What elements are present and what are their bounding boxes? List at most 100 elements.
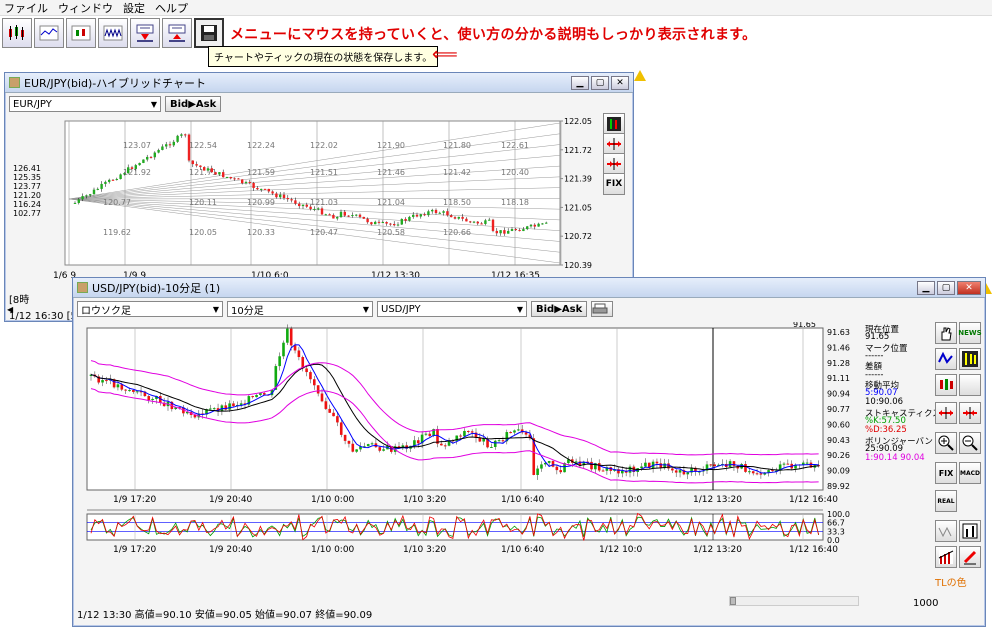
candle — [309, 206, 312, 210]
stoch-x-tick-label: 1/9 17:20 — [113, 545, 157, 555]
menu-help[interactable]: ヘルプ — [155, 0, 188, 16]
chart-type-select[interactable]: ロウソク足 ▼ — [77, 301, 223, 317]
blank-button[interactable] — [959, 374, 981, 396]
fan-level-label: 121.20 — [13, 191, 41, 200]
line-mode-icon[interactable] — [935, 348, 957, 370]
candle — [674, 470, 678, 473]
tick-chart-button[interactable] — [98, 18, 128, 48]
indicator-line: 1:90.14 90.04 — [865, 453, 925, 464]
menu-file[interactable]: ファイル — [4, 0, 48, 16]
candle — [469, 221, 472, 223]
x-tick-label: 1/12 16:40 — [789, 495, 838, 505]
candle — [457, 216, 460, 219]
fix-button[interactable]: FIX — [935, 462, 957, 484]
candle — [187, 134, 191, 161]
news-button[interactable]: NEWS — [958, 322, 982, 344]
candle — [497, 440, 501, 442]
stoch-tick-label: 66.7 — [827, 519, 845, 528]
bar-chart-icon[interactable] — [959, 520, 981, 542]
candle — [138, 162, 141, 166]
line-chart-button[interactable] — [34, 18, 64, 48]
candle — [262, 393, 266, 395]
candle — [431, 209, 434, 212]
fix-button[interactable]: FIX — [603, 173, 625, 195]
bid-ask-toggle[interactable]: Bid▶Ask — [165, 96, 222, 112]
chevron-down-icon: ▼ — [212, 304, 219, 314]
candle — [218, 172, 221, 175]
usdjpy-titlebar[interactable]: USD/JPY(bid)-10分足 (1) ▁ ▢ ✕ — [73, 278, 985, 298]
candle — [686, 472, 690, 475]
export-button[interactable] — [162, 18, 192, 48]
eurjpy-pair-select[interactable]: EUR/JPY ▼ — [9, 96, 161, 112]
maximize-button[interactable]: ▢ — [937, 280, 955, 295]
candle-chart-button[interactable] — [2, 18, 32, 48]
scrollbar-thumb[interactable] — [730, 597, 736, 605]
close-button[interactable]: ✕ — [611, 75, 629, 90]
candle — [343, 434, 347, 441]
candle-mode-icon[interactable] — [959, 348, 981, 370]
pencil-icon[interactable] — [959, 546, 981, 568]
grid-value-label: 121.90 — [377, 141, 405, 150]
candle — [480, 223, 483, 225]
candle — [248, 182, 251, 184]
candle — [267, 188, 270, 192]
volume-icon[interactable] — [935, 520, 957, 542]
close-button[interactable]: ✕ — [957, 280, 981, 295]
macd-fix-button[interactable]: MACD — [959, 462, 981, 484]
save-button[interactable] — [194, 18, 224, 48]
x-tick-label: 1/9 20:40 — [209, 495, 253, 505]
candle — [104, 181, 107, 184]
eurjpy-titlebar[interactable]: EUR/JPY(bid)-ハイブリッドチャート ▁ ▢ ✕ — [5, 73, 633, 93]
expand-horizontal-icon[interactable] — [603, 133, 625, 155]
eurjpy-title: EUR/JPY(bid)-ハイブリッドチャート — [24, 76, 206, 90]
real-fix-button[interactable]: REAL — [935, 490, 957, 512]
zoom-out-icon[interactable] — [959, 432, 981, 454]
candle — [463, 430, 466, 437]
candle — [555, 466, 559, 471]
grid-value-label: 120.11 — [189, 198, 217, 207]
print-button[interactable] — [591, 301, 614, 317]
usdjpy-chart[interactable]: 91.63 91.46 91.28 91.11 90.94 90.77 90.60 90.43… — [73, 322, 933, 598]
shrink-horizontal-icon[interactable] — [603, 153, 625, 175]
import-button[interactable] — [130, 18, 160, 48]
bid-ask-toggle[interactable]: Bid▶Ask — [531, 301, 588, 317]
minimize-button[interactable]: ▁ — [571, 75, 589, 90]
grid-value-label: 121.46 — [377, 168, 405, 177]
grid-value-label: 120.58 — [377, 228, 405, 237]
candle — [786, 463, 790, 465]
candle — [393, 223, 396, 226]
candle — [135, 391, 139, 393]
zoom-in-icon[interactable] — [935, 432, 957, 454]
candle — [370, 443, 374, 445]
hybrid-chart-button[interactable] — [66, 18, 96, 48]
candle — [252, 182, 255, 188]
maximize-button[interactable]: ▢ — [591, 75, 609, 90]
usdjpy-pair-select[interactable]: USD/JPY ▼ — [377, 301, 527, 317]
horizontal-scrollbar[interactable] — [729, 596, 859, 606]
candle — [434, 209, 438, 214]
timeframe-select[interactable]: 10分足 ▼ — [227, 301, 373, 317]
candle — [89, 194, 92, 196]
candle — [400, 218, 403, 225]
candle — [210, 168, 213, 173]
menu-window[interactable]: ウィンドウ — [58, 0, 113, 16]
candle — [271, 191, 274, 194]
expand-horizontal-icon[interactable] — [935, 402, 957, 424]
candle-mode-icon[interactable] — [603, 113, 625, 135]
candle — [461, 216, 464, 219]
candle-chart-icon[interactable] — [935, 374, 957, 396]
hand-icon[interactable] — [935, 322, 957, 344]
shrink-horizontal-icon[interactable] — [959, 402, 981, 424]
candle — [123, 173, 126, 175]
candle — [134, 165, 137, 169]
candle — [168, 144, 172, 146]
candle — [108, 179, 111, 182]
promo-text: メニューにマウスを持っていくと、使い方の分かる説明もしっかり表示されます。 — [230, 27, 757, 43]
left-arrow-icon: ⟸ — [432, 44, 458, 65]
candle — [316, 385, 320, 394]
menu-settings[interactable]: 設定 — [123, 0, 145, 16]
floppy-disk-icon — [201, 25, 217, 41]
y-tick-label: 90.43 — [827, 436, 850, 445]
trendline-icon[interactable] — [935, 546, 957, 568]
minimize-button[interactable]: ▁ — [917, 280, 935, 295]
